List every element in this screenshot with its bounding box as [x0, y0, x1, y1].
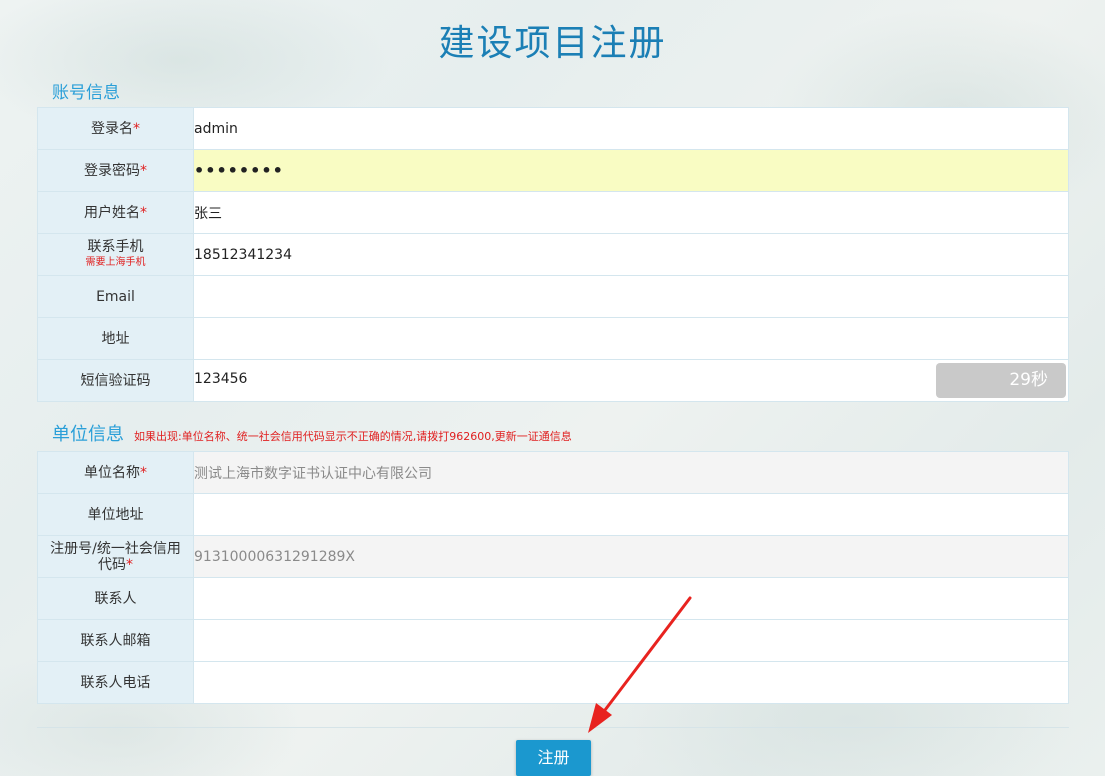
unit-name-field: 测试上海市数字证书认证中心有限公司	[193, 451, 1069, 494]
login-name-label: 登录名*	[37, 107, 194, 150]
form-row-email: Email	[37, 275, 1069, 318]
login-name-input[interactable]: admin	[193, 107, 1069, 150]
unit-form: 单位名称* 测试上海市数字证书认证中心有限公司 单位地址 注册号/统一社会信用代…	[37, 451, 1069, 704]
account-form: 登录名* admin 登录密码* •••••••• 用户姓名* 张三 联系手机需…	[37, 107, 1069, 402]
required-mark: *	[140, 162, 147, 179]
unit-section-note: 如果出现:单位名称、统一社会信用代码显示不正确的情况,请拨打962600,更新一…	[134, 430, 572, 443]
form-row-credit-code: 注册号/统一社会信用 代码* 91310000631291289X	[37, 535, 1069, 578]
password-label: 登录密码*	[37, 149, 194, 192]
form-row-address: 地址	[37, 317, 1069, 360]
form-divider	[37, 727, 1069, 728]
page-title: 建设项目注册	[438, 23, 667, 64]
user-name-label: 用户姓名*	[37, 191, 194, 234]
contact-label: 联系人	[37, 577, 194, 620]
form-row-unit-name: 单位名称* 测试上海市数字证书认证中心有限公司	[37, 451, 1069, 494]
form-row-user-name: 用户姓名* 张三	[37, 191, 1069, 234]
unit-address-input[interactable]	[193, 493, 1069, 536]
address-label: 地址	[37, 317, 194, 360]
required-mark: *	[133, 120, 140, 137]
contact-phone-input[interactable]	[193, 661, 1069, 704]
sms-code-label: 短信验证码	[37, 359, 194, 402]
form-row-contact: 联系人	[37, 577, 1069, 620]
form-row-contact-phone: 联系人电话	[37, 661, 1069, 704]
required-mark: *	[140, 204, 147, 221]
contact-email-label: 联系人邮箱	[37, 619, 194, 662]
contact-phone-label: 联系人电话	[37, 661, 194, 704]
mobile-label: 联系手机 需要上海手机	[37, 233, 194, 276]
unit-name-label: 单位名称*	[37, 451, 194, 494]
password-input[interactable]: ••••••••	[193, 149, 1069, 192]
form-row-mobile: 联系手机 需要上海手机 18512341234	[37, 233, 1069, 276]
mobile-input[interactable]: 18512341234	[193, 233, 1069, 276]
account-section-title: 账号信息	[52, 83, 120, 103]
form-row-login-name: 登录名* admin	[37, 107, 1069, 150]
user-name-input[interactable]: 张三	[193, 191, 1069, 234]
contact-input[interactable]	[193, 577, 1069, 620]
form-row-sms-code: 短信验证码 123456 29秒	[37, 359, 1069, 402]
unit-section-title: 单位信息	[52, 424, 124, 445]
address-input[interactable]	[193, 317, 1069, 360]
email-label: Email	[37, 275, 194, 318]
sms-code-input[interactable]: 123456	[194, 371, 247, 387]
send-sms-countdown-button[interactable]: 29秒	[936, 363, 1066, 398]
mobile-note: 需要上海手机	[85, 256, 146, 268]
required-mark: *	[126, 556, 133, 573]
contact-email-input[interactable]	[193, 619, 1069, 662]
unit-address-label: 单位地址	[37, 493, 194, 536]
credit-code-label: 注册号/统一社会信用 代码*	[37, 535, 194, 578]
form-row-password: 登录密码* ••••••••	[37, 149, 1069, 192]
email-input[interactable]	[193, 275, 1069, 318]
sms-code-cell: 123456 29秒	[193, 359, 1069, 402]
register-button[interactable]: 注册	[516, 740, 591, 776]
unit-section-header: 单位信息 如果出现:单位名称、统一社会信用代码显示不正确的情况,请拨打962600…	[52, 420, 572, 446]
form-row-unit-address: 单位地址	[37, 493, 1069, 536]
form-row-contact-email: 联系人邮箱	[37, 619, 1069, 662]
credit-code-field: 91310000631291289X	[193, 535, 1069, 578]
required-mark: *	[140, 464, 147, 481]
